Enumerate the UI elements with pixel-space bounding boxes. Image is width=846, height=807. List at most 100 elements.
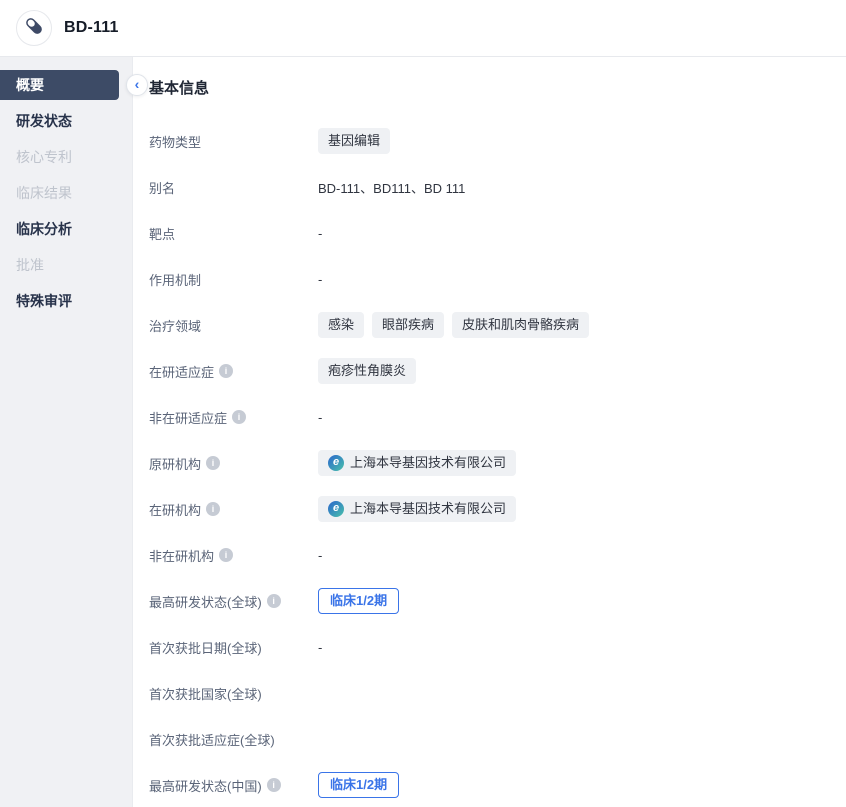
field-label-text: 药物类型 xyxy=(149,132,201,151)
info-row: 药物类型 基因编辑 xyxy=(149,128,822,154)
field-value-text: - xyxy=(318,272,322,287)
field-label-text: 首次获批国家(全球) xyxy=(149,684,262,703)
sidebar-collapse-button[interactable]: ‹ xyxy=(126,74,148,96)
info-row: 非在研机构i- xyxy=(149,542,822,568)
field-label-text: 原研机构 xyxy=(149,454,201,473)
info-row: 首次获批国家(全球) xyxy=(149,680,822,706)
sidebar-item-special-review[interactable]: 特殊审评 xyxy=(0,286,132,316)
field-value-text: BD-111、BD111、BD 111 xyxy=(318,178,465,197)
value-tag[interactable]: 皮肤和肌肉骨骼疾病 xyxy=(452,312,589,338)
info-row: 首次获批日期(全球) - xyxy=(149,634,822,660)
sidebar-item-clinical-analysis[interactable]: 临床分析 xyxy=(0,214,132,244)
field-label-text: 首次获批适应症(全球) xyxy=(149,730,275,749)
organization-tag[interactable]: e 上海本导基因技术有限公司 xyxy=(318,450,516,476)
info-row: 作用机制 - xyxy=(149,266,822,292)
info-row: 在研适应症 i 疱疹性角膜炎 xyxy=(149,358,822,384)
field-label-text: 在研机构 xyxy=(149,500,201,519)
organization-name: 上海本导基因技术有限公司 xyxy=(350,501,506,517)
field-label-text: 别名 xyxy=(149,178,175,197)
field-label: 治疗领域 xyxy=(149,316,318,335)
field-label-text: 最高研发状态(全球) xyxy=(149,592,262,611)
field-label: 原研机构 i xyxy=(149,454,318,473)
value-tag[interactable]: 眼部疾病 xyxy=(372,312,444,338)
field-label-text: 作用机制 xyxy=(149,270,201,289)
field-values: e 上海本导基因技术有限公司 xyxy=(318,450,516,476)
field-label-text: 最高研发状态(中国) xyxy=(149,776,262,795)
sidebar-nav: 概要研发状态核心专利临床结果临床分析批准特殊审评 xyxy=(0,57,132,807)
field-label-text: 非在研适应症 xyxy=(149,408,227,427)
field-values: BD-111、BD111、BD 111 xyxy=(318,178,465,197)
field-label: 最高研发状态(全球) i xyxy=(149,592,318,611)
info-icon[interactable]: i xyxy=(232,410,246,424)
field-label: 最高研发状态(中国) i xyxy=(149,776,318,795)
value-tag[interactable]: 疱疹性角膜炎 xyxy=(318,358,416,384)
field-value-text: - xyxy=(318,548,322,563)
field-values: e上海本导基因技术有限公司 xyxy=(318,496,516,522)
value-tag[interactable]: 感染 xyxy=(318,312,364,338)
field-label: 首次获批日期(全球) xyxy=(149,638,318,657)
sidebar-item-rd-status[interactable]: 研发状态 xyxy=(0,106,132,136)
sidebar-item-clinical-results: 临床结果 xyxy=(0,178,132,208)
sidebar-item-overview[interactable]: 概要 xyxy=(0,70,119,100)
field-values: 感染眼部疾病皮肤和肌肉骨骼疾病 xyxy=(318,312,589,338)
info-row: 非在研适应症 i - xyxy=(149,404,822,430)
info-row: 首次获批适应症(全球) xyxy=(149,726,822,752)
sidebar-item-approval: 批准 xyxy=(0,250,132,280)
main-content: 基本信息 药物类型基因编辑别名BD-111、BD111、BD 111靶点-作用机… xyxy=(132,57,846,807)
page-title: BD-111 xyxy=(64,19,119,37)
field-label: 作用机制 xyxy=(149,270,318,289)
section-title: 基本信息 xyxy=(149,77,822,98)
sidebar-item-core-patents: 核心专利 xyxy=(0,142,132,172)
info-icon[interactable]: i xyxy=(219,548,233,562)
field-label: 别名 xyxy=(149,178,318,197)
page-header: BD-111 xyxy=(0,0,846,57)
field-values: - xyxy=(318,272,322,287)
organization-name: 上海本导基因技术有限公司 xyxy=(350,455,506,471)
field-values: - xyxy=(318,410,322,425)
field-values: 临床1/2期 xyxy=(318,588,399,614)
field-value-text: - xyxy=(318,410,322,425)
info-icon[interactable]: i xyxy=(219,364,233,378)
field-label: 靶点 xyxy=(149,224,318,243)
field-value-text: - xyxy=(318,640,322,655)
field-value-text: - xyxy=(318,226,322,241)
info-icon[interactable]: i xyxy=(267,594,281,608)
field-values: - xyxy=(318,548,322,563)
info-row: 最高研发状态(全球) i 临床1/2期 xyxy=(149,588,822,614)
info-icon[interactable]: i xyxy=(206,502,220,516)
field-label-text: 治疗领域 xyxy=(149,316,201,335)
info-row: 靶点 - xyxy=(149,220,822,246)
info-icon[interactable]: i xyxy=(206,456,220,470)
dev-status-tag[interactable]: 临床1/2期 xyxy=(318,772,399,798)
field-label-text: 首次获批日期(全球) xyxy=(149,638,262,657)
field-label-text: 在研适应症 xyxy=(149,362,214,381)
chevron-left-icon: ‹ xyxy=(135,77,140,91)
org-logo-icon: e xyxy=(328,455,344,471)
field-values: - xyxy=(318,226,322,241)
field-label: 非在研适应症 i xyxy=(149,408,318,427)
field-label: 非在研机构i xyxy=(149,546,318,565)
field-label-text: 靶点 xyxy=(149,224,175,243)
info-row: 原研机构 i e 上海本导基因技术有限公司 xyxy=(149,450,822,476)
field-values: - xyxy=(318,640,322,655)
dev-status-tag[interactable]: 临床1/2期 xyxy=(318,588,399,614)
field-values: 临床1/2期 xyxy=(318,772,399,798)
body-layout: 概要研发状态核心专利临床结果临床分析批准特殊审评 基本信息 药物类型 基因编辑别名… xyxy=(0,57,846,807)
pill-icon xyxy=(23,15,45,42)
field-label: 首次获批适应症(全球) xyxy=(149,730,318,749)
info-icon[interactable]: i xyxy=(267,778,281,792)
field-label: 药物类型 xyxy=(149,132,318,151)
info-row: 治疗领域 感染眼部疾病皮肤和肌肉骨骼疾病 xyxy=(149,312,822,338)
field-values: 基因编辑 xyxy=(318,128,390,154)
info-row: 最高研发状态(中国) i 临床1/2期 xyxy=(149,772,822,798)
info-rows: 药物类型 基因编辑别名 BD-111、BD111、BD 111 靶点 - 作用机制 - 治疗领… xyxy=(149,128,822,798)
info-row: 在研机构 i e上海本导基因技术有限公司 xyxy=(149,496,822,522)
info-row: 别名 BD-111、BD111、BD 111 xyxy=(149,174,822,200)
drug-avatar xyxy=(16,10,52,46)
drug-detail-page: BD-111 概要研发状态核心专利临床结果临床分析批准特殊审评 基本信息 药物类… xyxy=(0,0,846,807)
field-label: 首次获批国家(全球) xyxy=(149,684,318,703)
field-label: 在研适应症 i xyxy=(149,362,318,381)
value-tag[interactable]: 基因编辑 xyxy=(318,128,390,154)
field-label: 在研机构 i xyxy=(149,500,318,519)
organization-tag[interactable]: e上海本导基因技术有限公司 xyxy=(318,496,516,522)
